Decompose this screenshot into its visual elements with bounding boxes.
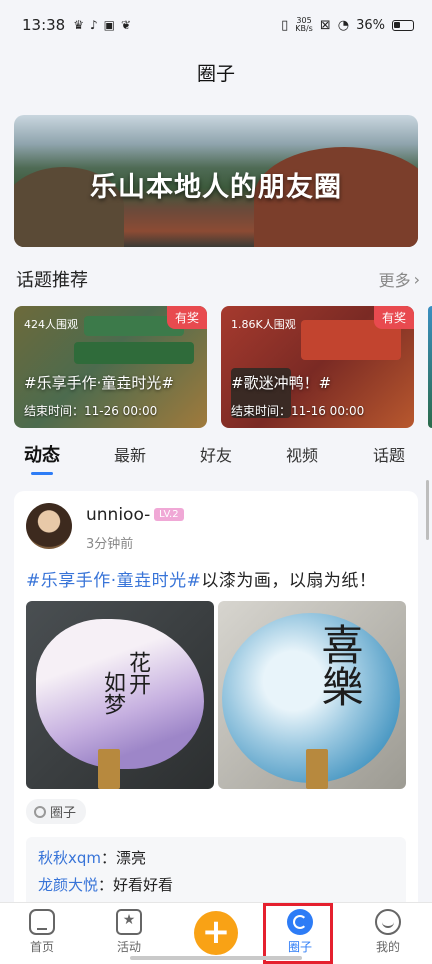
home-icon xyxy=(29,909,55,935)
topic-card[interactable]: 424人围观 有奖 #乐享手作·童垚时光# 结束时间：11-26 00:00 xyxy=(14,306,207,428)
topic-views: 1.86K人围观 xyxy=(231,318,296,331)
feed-tabs: 动态 最新 好友 视频 话题 xyxy=(0,436,432,475)
tab-dynamic[interactable]: 动态 xyxy=(24,441,60,475)
post-image[interactable]: 花开 如梦 xyxy=(26,601,214,789)
crown-icon: ♛ xyxy=(73,18,84,32)
comment-author[interactable]: 秋秋xqm xyxy=(38,849,101,867)
tab-latest[interactable]: 最新 xyxy=(114,442,146,466)
topic-end-time: 结束时间：11-26 00:00 xyxy=(24,404,158,418)
status-bar: 13:38 ♛ ♪ ▣ ❦ ▯ 305 KB/s ⊠ ◔ 36% xyxy=(0,0,432,50)
comment-row: 秋秋xqm：漂亮 xyxy=(38,849,147,867)
post-text: #乐享手作·童垚时光#以漆为画，以扇为纸！ xyxy=(26,566,376,591)
battery-icon xyxy=(392,19,414,31)
create-post-button[interactable]: + xyxy=(194,911,238,955)
status-time: 13:38 xyxy=(22,16,66,34)
post-card[interactable]: unnioo- LV.2 3分钟前 #乐享手作·童垚时光#以漆为画，以扇为纸！ … xyxy=(14,491,418,911)
prize-badge: 有奖 xyxy=(166,306,207,329)
app-icon: ▣ xyxy=(103,18,116,32)
sim-off-icon: ⊠ xyxy=(319,17,331,33)
topic-poster-art xyxy=(74,342,194,364)
chevron-right-icon: › xyxy=(413,269,420,289)
avatar[interactable] xyxy=(26,503,72,549)
post-username[interactable]: unnioo- xyxy=(86,505,150,525)
prize-badge: 有奖 xyxy=(373,306,414,329)
circle-icon xyxy=(34,805,46,818)
tab-me[interactable]: 我的 xyxy=(358,909,418,955)
comment-preview[interactable]: 秋秋xqm：漂亮 龙颜大悦：好看好看 xyxy=(26,837,406,911)
comment-row: 龙颜大悦：好看好看 xyxy=(38,876,174,894)
comment-author[interactable]: 龙颜大悦 xyxy=(38,876,98,894)
level-badge: LV.2 xyxy=(154,508,184,521)
tab-video[interactable]: 视频 xyxy=(286,442,318,466)
leaf-icon: ❦ xyxy=(121,18,132,32)
fan-handle-art xyxy=(306,749,328,789)
topic-name: #歌迷冲鸭！# xyxy=(231,374,332,392)
home-indicator[interactable] xyxy=(130,956,302,960)
calligraphy-art: 如梦 xyxy=(100,671,125,715)
calligraphy-art: 喜樂 xyxy=(315,623,364,707)
bottom-tab-bar: 首页 活动 + 圈子 我的 xyxy=(0,902,432,964)
selection-highlight xyxy=(263,903,333,964)
topic-end-time: 结束时间：11-16 00:00 xyxy=(231,404,365,418)
topic-card-partial[interactable] xyxy=(428,306,432,428)
scrollbar[interactable] xyxy=(426,480,429,540)
topic-card[interactable]: 1.86K人围观 有奖 #歌迷冲鸭！# 结束时间：11-16 00:00 xyxy=(221,306,414,428)
topics-section-header: 话题推荐 更多 › xyxy=(16,266,420,292)
fan-handle-art xyxy=(98,749,120,789)
star-icon xyxy=(116,909,142,935)
comment-text: 漂亮 xyxy=(116,849,147,867)
post-image[interactable]: 喜樂 xyxy=(218,601,406,789)
topic-views: 424人围观 xyxy=(24,318,78,331)
battery-text: 36% xyxy=(356,17,385,33)
vibrate-icon: ▯ xyxy=(281,17,289,33)
smile-icon xyxy=(375,909,401,935)
comment-text: 好看好看 xyxy=(113,876,174,894)
page-title: 圈子 xyxy=(196,63,235,85)
more-link[interactable]: 更多 › xyxy=(379,267,420,291)
tab-friends[interactable]: 好友 xyxy=(200,442,232,466)
circle-tag[interactable]: 圈子 xyxy=(26,799,87,824)
tab-home[interactable]: 首页 xyxy=(12,909,72,955)
post-time: 3分钟前 xyxy=(86,537,134,552)
banner[interactable]: 乐山本地人的朋友圈 xyxy=(14,115,418,247)
status-right: ▯ 305 KB/s ⊠ ◔ 36% xyxy=(281,17,414,33)
post-hashtag[interactable]: #乐享手作·童垚时光# xyxy=(26,571,201,591)
net-speed: 305 KB/s xyxy=(295,16,313,33)
topics-heading: 话题推荐 xyxy=(16,270,88,291)
banner-title: 乐山本地人的朋友圈 xyxy=(90,172,342,203)
status-app-icons: ♛ ♪ ▣ ❦ xyxy=(73,18,131,32)
post-body: 以漆为画，以扇为纸！ xyxy=(201,571,377,591)
topic-name: #乐享手作·童垚时光# xyxy=(24,374,174,392)
tiktok-icon: ♪ xyxy=(90,18,98,32)
wifi-icon: ◔ xyxy=(337,17,350,33)
tab-activity[interactable]: 活动 xyxy=(99,909,159,955)
topic-list: 424人围观 有奖 #乐享手作·童垚时光# 结束时间：11-26 00:00 1… xyxy=(14,306,432,428)
tab-topics[interactable]: 话题 xyxy=(373,442,405,466)
